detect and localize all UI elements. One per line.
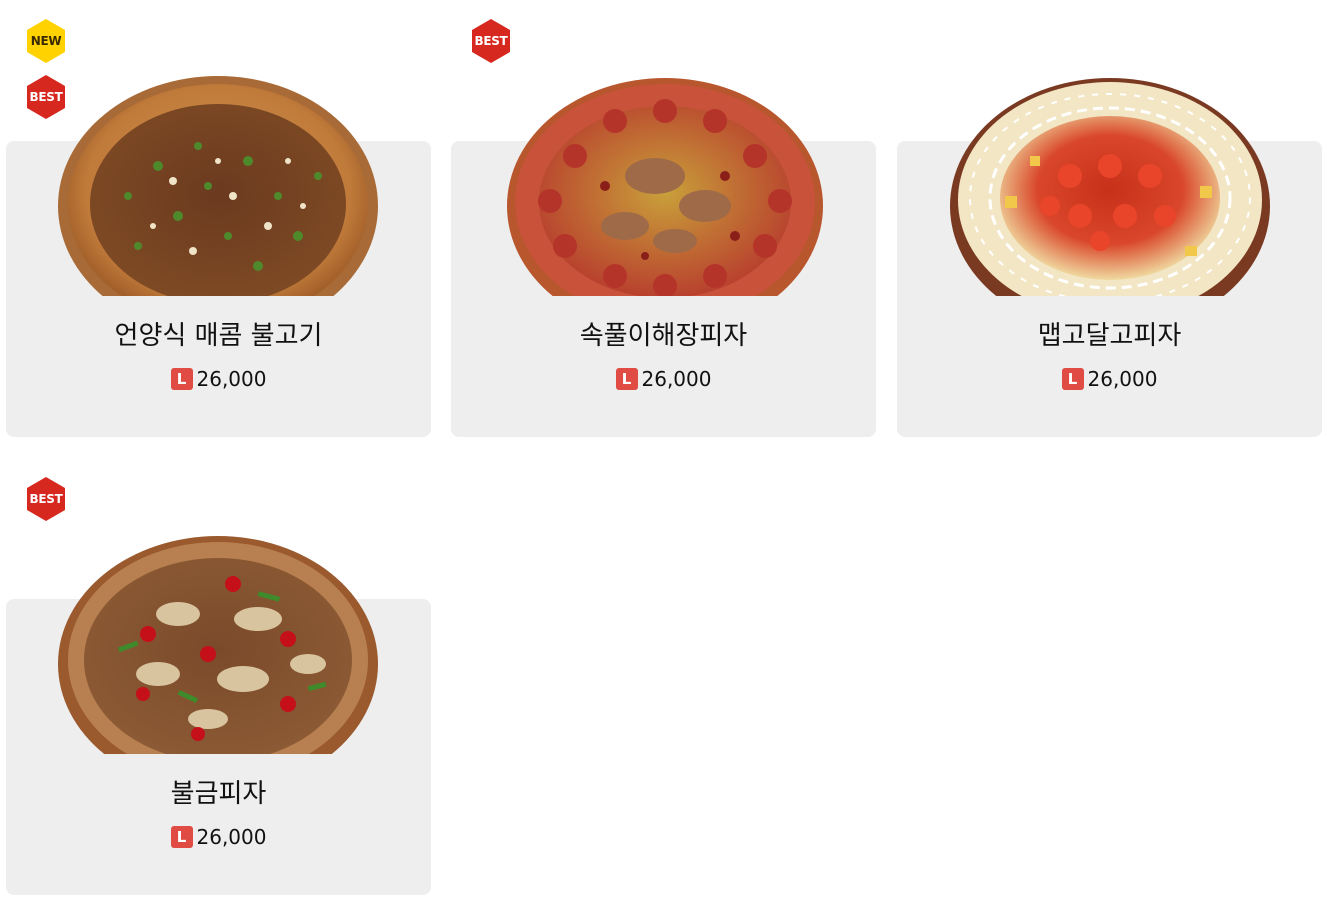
- price-row: L 26,000: [451, 366, 876, 392]
- price-row: L 26,000: [6, 366, 431, 392]
- pizza-sausage-image[interactable]: [505, 66, 825, 296]
- badge-label: BEST: [474, 34, 508, 48]
- product-name: 속풀이해장피자: [579, 321, 748, 351]
- badge-label: BEST: [29, 90, 63, 104]
- size-badge: L: [170, 368, 193, 390]
- new-badge: NEW: [26, 18, 66, 64]
- best-badge: BEST: [26, 74, 66, 120]
- pizza-bulgogi-image[interactable]: [58, 66, 378, 296]
- best-badge: BEST: [471, 18, 511, 64]
- pizza-shrimp-image[interactable]: [950, 66, 1270, 296]
- price-row: L 26,000: [6, 824, 431, 850]
- product-name: 불금피자: [170, 779, 267, 809]
- price-row: L 26,000: [897, 366, 1322, 392]
- badge-label: NEW: [30, 34, 62, 48]
- size-badge: L: [170, 826, 193, 848]
- size-badge: L: [615, 368, 638, 390]
- size-badge: L: [1061, 368, 1084, 390]
- best-badge: BEST: [26, 476, 66, 522]
- price: 26,000: [641, 367, 712, 391]
- product-name: 맵고달고피자: [1037, 321, 1182, 351]
- badge-label: BEST: [29, 492, 63, 506]
- price: 26,000: [196, 825, 267, 849]
- price: 26,000: [1087, 367, 1158, 391]
- price: 26,000: [196, 367, 267, 391]
- product-name: 언양식 매콤 불고기: [114, 321, 323, 351]
- pizza-bulgeum-image[interactable]: [58, 524, 378, 754]
